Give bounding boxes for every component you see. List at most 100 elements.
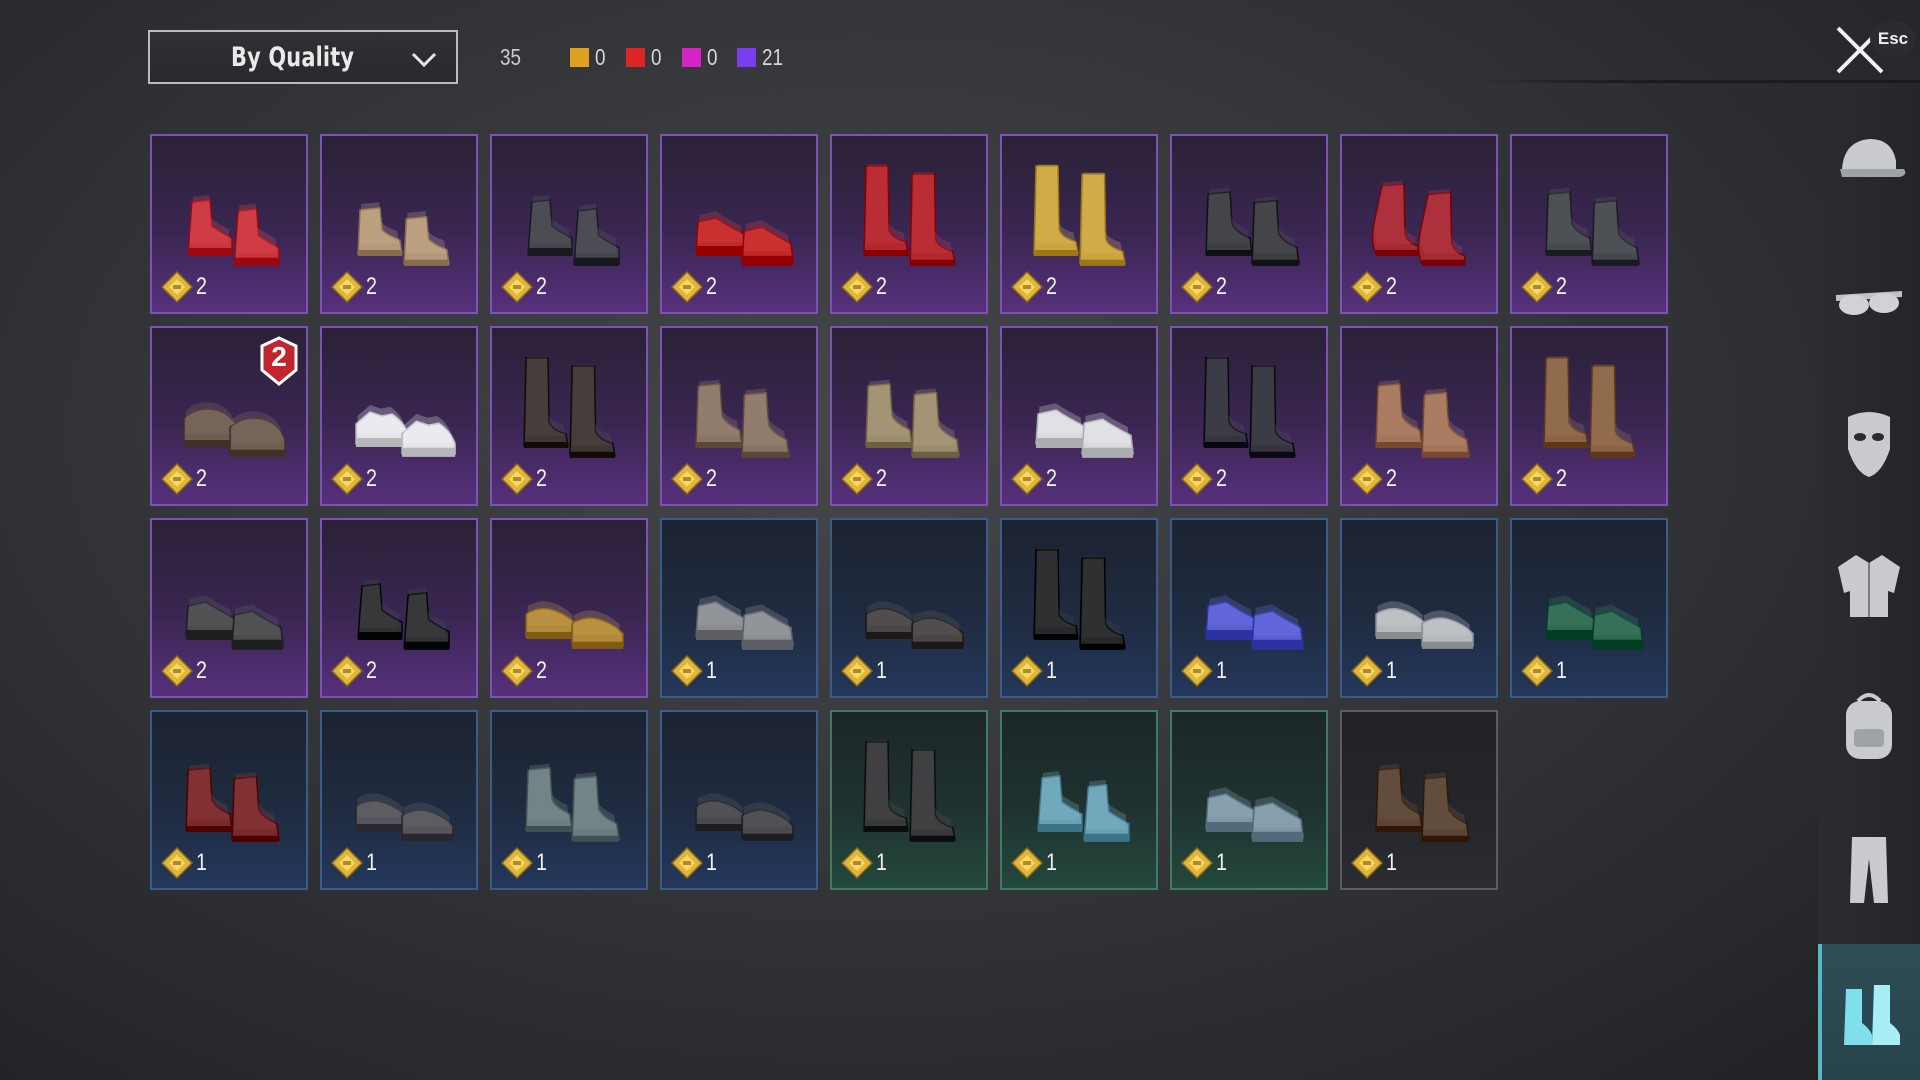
item-value: 2: [330, 654, 379, 688]
item-value-number: 2: [1556, 465, 1567, 492]
coin-icon: [1180, 654, 1214, 688]
item-value-number: 2: [1216, 273, 1227, 300]
shoe-icon: [527, 195, 620, 266]
shoe-icon: [695, 379, 790, 458]
inventory-item-card[interactable]: 1: [1170, 710, 1328, 890]
shoe-icon: [863, 164, 956, 266]
inventory-item-card[interactable]: 1: [150, 710, 308, 890]
inventory-item-card[interactable]: 2: [1510, 134, 1668, 314]
coin-icon: [1010, 654, 1044, 688]
tier-swatch: [570, 48, 589, 67]
tier-count-value: 0: [706, 44, 718, 70]
inventory-item-card[interactable]: 1: [660, 710, 818, 890]
sort-dropdown[interactable]: By Quality: [148, 30, 458, 84]
shoe-icon: [357, 579, 450, 650]
coin-icon: [840, 846, 874, 880]
inventory-item-card[interactable]: 1: [1170, 518, 1328, 698]
inventory-item-card[interactable]: 2: [490, 134, 648, 314]
inventory-item-card[interactable]: 2: [1000, 134, 1158, 314]
chevron-down-icon: [411, 52, 437, 68]
shoe-icon: [1545, 187, 1640, 266]
shoe-icon: [525, 601, 624, 649]
shoe-icon: [523, 356, 616, 458]
item-value-number: 2: [536, 657, 547, 684]
item-value-number: 2: [876, 465, 887, 492]
item-value-number: 2: [536, 273, 547, 300]
cap-icon: [1840, 139, 1906, 177]
coin-icon: [1350, 462, 1384, 496]
item-value-number: 2: [1046, 465, 1057, 492]
item-value: 2: [160, 462, 209, 496]
sidebar-category-mask[interactable]: [1818, 372, 1920, 512]
item-value-number: 2: [1216, 465, 1227, 492]
inventory-item-card[interactable]: 2: [1340, 326, 1498, 506]
item-value: 2: [1180, 270, 1229, 304]
inventory-item-card[interactable]: 2: [320, 518, 478, 698]
inventory-item-card[interactable]: 1: [320, 710, 478, 890]
sidebar-category-sunglasses[interactable]: [1818, 230, 1920, 370]
shoe-icon: [357, 202, 450, 266]
inventory-item-card[interactable]: 2: [320, 326, 478, 506]
inventory-item-card[interactable]: 2: [150, 518, 308, 698]
inventory-item-card[interactable]: 1: [830, 518, 988, 698]
shoe-icon: [695, 595, 794, 650]
shoe-icon: [185, 763, 280, 842]
coin-icon: [1180, 846, 1214, 880]
item-value-number: 2: [196, 273, 207, 300]
sidebar-category-backpack[interactable]: [1818, 656, 1920, 796]
inventory-item-card[interactable]: 1: [1510, 518, 1668, 698]
inventory-item-card[interactable]: 2: [1000, 326, 1158, 506]
total-item-count: 35: [500, 44, 521, 70]
item-value-number: 1: [1386, 657, 1397, 684]
inventory-item-card[interactable]: 2: [490, 326, 648, 506]
item-value-number: 1: [1046, 849, 1057, 876]
shoe-icon: [187, 195, 280, 266]
inventory-item-card[interactable]: 1: [490, 710, 648, 890]
shoe-icon: [1033, 164, 1126, 266]
inventory-item-card[interactable]: 2: [830, 326, 988, 506]
item-value: 1: [1010, 846, 1059, 880]
coin-icon: [500, 462, 534, 496]
item-value: 2: [1010, 462, 1059, 496]
inventory-item-card[interactable]: 2: [830, 134, 988, 314]
inventory-item-card[interactable]: 2: [660, 326, 818, 506]
inventory-item-card[interactable]: 2: [1340, 134, 1498, 314]
shoe-icon: [1035, 403, 1134, 458]
inventory-item-card[interactable]: 2: [1170, 134, 1328, 314]
item-value: 1: [670, 846, 719, 880]
inventory-item-card[interactable]: 1: [1000, 518, 1158, 698]
item-value-number: 2: [706, 273, 717, 300]
item-value: 2: [500, 654, 549, 688]
sidebar-category-jacket[interactable]: [1818, 514, 1920, 654]
inventory-item-card[interactable]: 1: [830, 710, 988, 890]
item-value-number: 2: [706, 465, 717, 492]
sidebar-category-pants[interactable]: [1818, 798, 1920, 938]
item-value-number: 1: [1046, 657, 1057, 684]
inventory-item-card[interactable]: 2: [320, 134, 478, 314]
inventory-item-card[interactable]: 1: [660, 518, 818, 698]
sidebar-category-shoes[interactable]: [1818, 944, 1920, 1080]
level-badge-value: 2: [271, 341, 287, 372]
coin-icon: [1180, 462, 1214, 496]
item-value: 2: [1520, 270, 1569, 304]
coin-icon: [840, 270, 874, 304]
inventory-item-card[interactable]: 2: [1170, 326, 1328, 506]
item-value-number: 1: [706, 849, 717, 876]
inventory-item-card[interactable]: 2: [490, 518, 648, 698]
tier-count-pink: 0: [681, 44, 720, 71]
inventory-item-card[interactable]: 1: [1000, 710, 1158, 890]
mask-icon: [1848, 412, 1890, 477]
inventory-item-card[interactable]: 2: [660, 134, 818, 314]
item-value: 2: [1180, 462, 1229, 496]
inventory-item-card[interactable]: 2: [1510, 326, 1668, 506]
inventory-item-card[interactable]: 1: [1340, 710, 1498, 890]
sidebar-category-cap[interactable]: [1818, 88, 1920, 228]
inventory-item-card[interactable]: 1: [1340, 518, 1498, 698]
shoe-icon: [1371, 180, 1466, 266]
coin-icon: [840, 462, 874, 496]
inventory-item-card[interactable]: 2 2: [150, 326, 308, 506]
inventory-item-card[interactable]: 2: [150, 134, 308, 314]
tier-count-purple: 21: [737, 44, 788, 71]
item-value: 2: [1350, 270, 1399, 304]
tier-swatch: [737, 48, 757, 67]
